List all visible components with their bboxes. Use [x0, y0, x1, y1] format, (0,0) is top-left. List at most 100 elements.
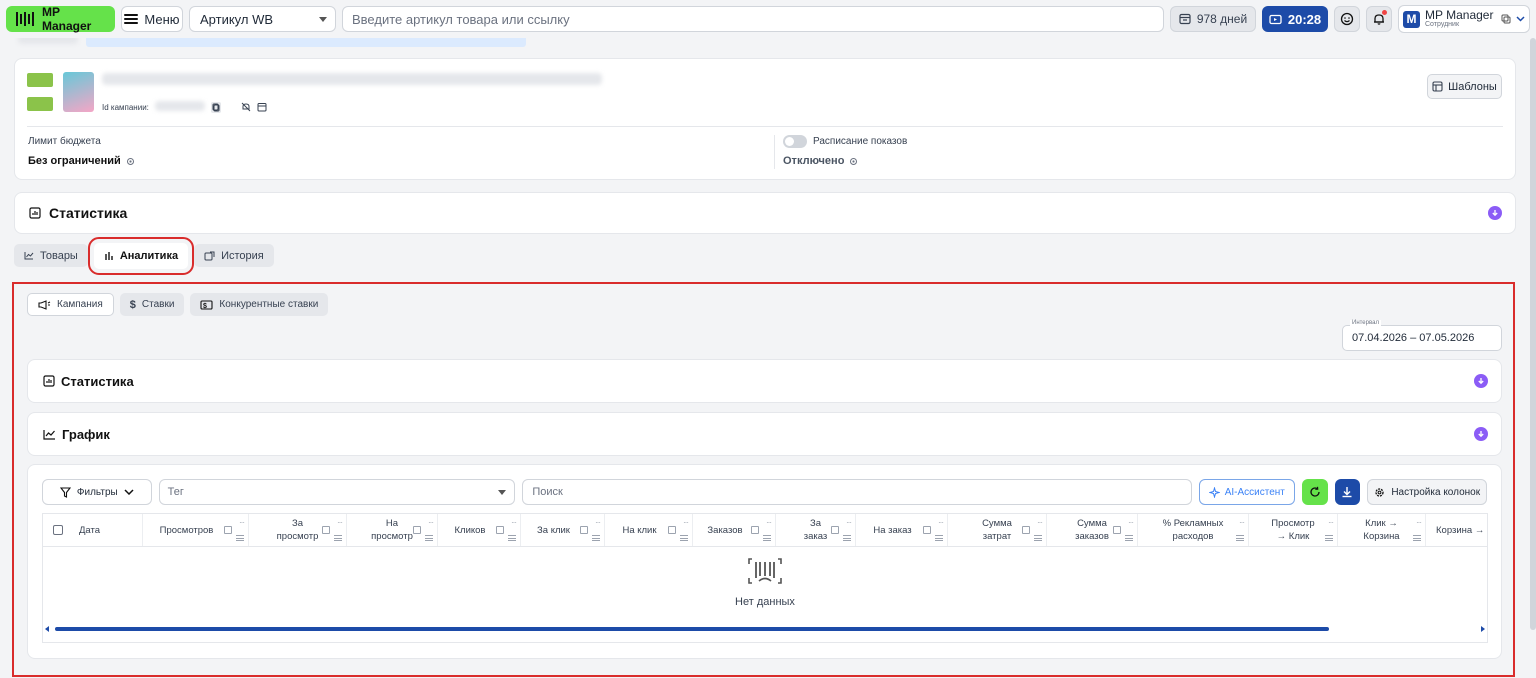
scrollbar-thumb[interactable]	[55, 627, 1329, 631]
copy-icon[interactable]	[210, 101, 222, 114]
menu-icon[interactable]	[935, 535, 943, 541]
column-header-cart-to-order[interactable]: Корзина → Заказ	[1426, 514, 1487, 546]
menu-icon[interactable]	[425, 535, 433, 541]
column-header-total-spend[interactable]: Сумма затрат ···	[948, 514, 1047, 546]
more-icon[interactable]: ···	[1328, 516, 1334, 529]
menu-icon[interactable]	[680, 535, 688, 541]
help-icon[interactable]	[923, 526, 931, 534]
menu-icon[interactable]	[763, 535, 771, 541]
help-icon[interactable]	[1022, 526, 1030, 534]
more-icon[interactable]: ···	[595, 516, 601, 529]
user-menu[interactable]: M MP Manager Сотрудник	[1398, 5, 1530, 33]
tab-history[interactable]: История	[194, 244, 274, 267]
column-header-on-order[interactable]: На заказ ···	[856, 514, 948, 546]
menu-icon[interactable]	[334, 535, 342, 541]
column-header-view-to-click[interactable]: Просмотр → Клик ···	[1249, 514, 1338, 546]
gear-icon[interactable]	[126, 157, 135, 166]
help-icon[interactable]	[413, 526, 421, 534]
scroll-left-icon[interactable]	[45, 626, 49, 632]
notifications-button[interactable]	[1366, 6, 1392, 32]
article-search-input[interactable]: Введите артикул товара или ссылку	[342, 6, 1164, 32]
menu-icon[interactable]	[843, 535, 851, 541]
column-header-per-view[interactable]: За просмотр ···	[249, 514, 347, 546]
column-settings-button[interactable]: Настройка колонок	[1367, 479, 1487, 505]
status-active-icon[interactable]	[27, 73, 53, 87]
more-icon[interactable]: ···	[511, 516, 517, 529]
templates-button[interactable]: Шаблоны	[1427, 74, 1502, 99]
menu-button[interactable]: Меню	[121, 6, 183, 32]
tab-analytics[interactable]: Аналитика	[87, 237, 195, 275]
help-icon[interactable]	[668, 526, 676, 534]
help-icon[interactable]	[831, 526, 839, 534]
subtab-competitor-bids[interactable]: $ Конкурентные ставки	[190, 293, 329, 316]
column-header-views[interactable]: Просмотров ···	[143, 514, 249, 546]
table-search-input[interactable]: Поиск	[522, 479, 1192, 505]
more-icon[interactable]: ···	[1128, 516, 1134, 529]
scroll-right-icon[interactable]	[1481, 626, 1485, 632]
gear-icon[interactable]	[849, 157, 858, 166]
menu-icon[interactable]	[1236, 535, 1244, 541]
schedule-toggle[interactable]	[783, 135, 807, 148]
column-header-ad-spend-percent[interactable]: % Рекламных расходов ···	[1138, 514, 1249, 546]
more-icon[interactable]: ···	[683, 516, 689, 529]
more-icon[interactable]: ···	[428, 516, 434, 529]
more-icon[interactable]: ···	[846, 516, 852, 529]
calendar-icon[interactable]	[257, 102, 267, 112]
subtab-bids[interactable]: $ Ставки	[119, 293, 185, 316]
menu-icon[interactable]	[508, 535, 516, 541]
menu-icon[interactable]	[1034, 535, 1042, 541]
filters-button[interactable]: Фильтры	[42, 479, 152, 505]
more-icon[interactable]: ···	[938, 516, 944, 529]
column-header-per-order[interactable]: За заказ ···	[776, 514, 856, 546]
more-icon[interactable]: ···	[766, 516, 772, 529]
expand-button[interactable]	[1488, 206, 1502, 220]
ai-assistant-button[interactable]: AI-Ассистент	[1198, 479, 1295, 505]
column-header-clicks[interactable]: Кликов ···	[438, 514, 521, 546]
budget-limit-value[interactable]: Без ограничений	[28, 155, 135, 167]
expand-button[interactable]	[1474, 427, 1488, 441]
help-icon[interactable]	[751, 526, 759, 534]
statistics-section[interactable]: Статистика	[14, 192, 1516, 234]
help-icon[interactable]	[580, 526, 588, 534]
menu-icon[interactable]	[1413, 535, 1421, 541]
column-header-total-orders[interactable]: Сумма заказов ···	[1047, 514, 1138, 546]
date-interval-field[interactable]: Интервал 07.04.2026 – 07.05.2026	[1342, 320, 1502, 351]
column-header-click-to-cart[interactable]: Клик → Корзина ···	[1338, 514, 1426, 546]
menu-icon[interactable]	[236, 535, 244, 541]
help-icon[interactable]	[224, 526, 232, 534]
column-header-orders[interactable]: Заказов ···	[693, 514, 776, 546]
column-header-on-view[interactable]: На просмотр ···	[347, 514, 438, 546]
schedule-value[interactable]: Отключено	[783, 155, 858, 167]
help-icon[interactable]	[1113, 526, 1121, 534]
menu-icon[interactable]	[1125, 535, 1133, 541]
time-button[interactable]: 20:28	[1262, 6, 1328, 32]
tag-select[interactable]: Тег	[158, 479, 516, 505]
article-type-select[interactable]: Артикул WB	[189, 6, 336, 32]
column-header-per-click[interactable]: За клик ···	[521, 514, 605, 546]
subscription-days-badge[interactable]: 978 дней	[1170, 6, 1256, 32]
subtab-campaign[interactable]: Кампания	[27, 293, 114, 316]
help-icon[interactable]	[322, 526, 330, 534]
brand-logo[interactable]: MP Manager	[6, 5, 115, 33]
column-header-on-click[interactable]: На клик ···	[605, 514, 693, 546]
expand-button[interactable]	[1474, 374, 1488, 388]
chart-section[interactable]: График	[27, 412, 1502, 456]
bell-off-icon[interactable]	[241, 102, 251, 112]
menu-icon[interactable]	[1325, 535, 1333, 541]
horizontal-scrollbar[interactable]	[43, 626, 1487, 632]
download-button[interactable]	[1334, 479, 1361, 505]
more-icon[interactable]: ···	[1037, 516, 1043, 529]
select-all-checkbox[interactable]	[53, 525, 63, 535]
smile-button[interactable]	[1334, 6, 1360, 32]
tab-products[interactable]: Товары	[14, 244, 88, 267]
column-header-date[interactable]: Дата	[43, 514, 143, 546]
help-icon[interactable]	[496, 526, 504, 534]
refresh-button[interactable]	[1301, 479, 1328, 505]
analytics-statistics-section[interactable]: Статистика	[27, 359, 1502, 403]
more-icon[interactable]: ···	[1416, 516, 1422, 529]
more-icon[interactable]: ···	[1239, 516, 1245, 529]
more-icon[interactable]: ···	[239, 516, 245, 529]
page-scrollbar[interactable]	[1530, 38, 1536, 630]
menu-icon[interactable]	[592, 535, 600, 541]
more-icon[interactable]: ···	[337, 516, 343, 529]
